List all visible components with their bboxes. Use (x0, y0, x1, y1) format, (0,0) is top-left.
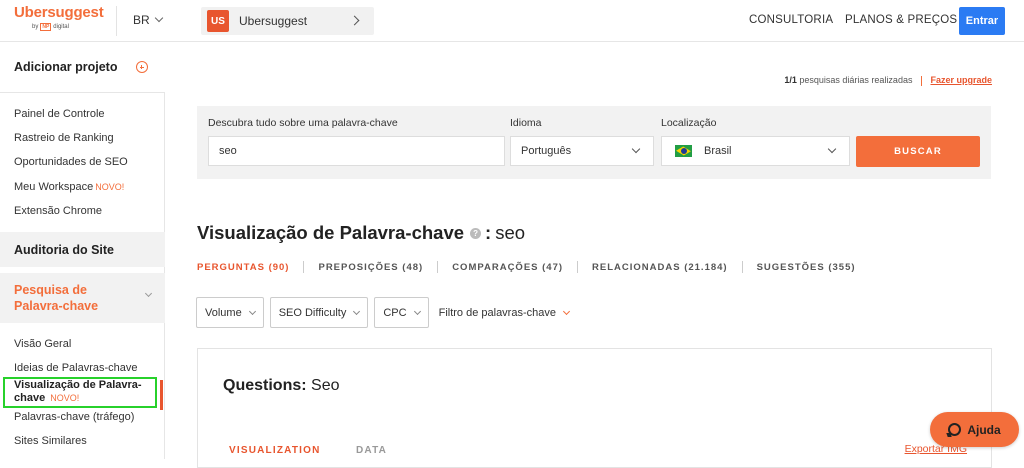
quota-divider (920, 75, 922, 86)
tab-data[interactable]: DATA (356, 445, 387, 456)
project-avatar: US (207, 10, 229, 32)
page-title: Visualização de Palavra-chave ? : seo (197, 222, 525, 244)
tab-divider (577, 261, 579, 273)
volume-filter-label: Volume (205, 306, 242, 319)
tab-divider (303, 261, 305, 273)
logo-digital: digital (53, 24, 69, 30)
chevron-down-icon (353, 307, 361, 315)
keyword-label: Descubra tudo sobre uma palavra-chave (208, 117, 398, 129)
tab-preposicoes[interactable]: PREPOSIÇÕES (48) (318, 262, 423, 273)
sidebar-item-sites-similares[interactable]: Sites Similares (14, 435, 87, 447)
quota-info: 1/1 pesquisas diárias realizadas Fazer u… (784, 75, 992, 86)
cpc-filter[interactable]: CPC (374, 297, 429, 328)
nav-planos-precos[interactable]: PLANOS & PREÇOS (845, 14, 957, 26)
logo-byline: by NP digital (32, 23, 104, 31)
sidebar-item-trafego[interactable]: Palavras-chave (tráfego) (14, 411, 134, 423)
tab-divider (437, 261, 439, 273)
keyword-filter-label: Filtro de palavras-chave (438, 306, 556, 319)
active-indicator (160, 380, 163, 410)
main-content: 1/1 pesquisas diárias realizadas Fazer u… (166, 42, 1024, 468)
help-button[interactable]: Ajuda (930, 412, 1019, 447)
pesquisa-label: Pesquisa de Palavra-chave (14, 283, 99, 313)
title-colon: : (485, 222, 492, 243)
chevron-down-icon (631, 144, 641, 154)
sidebar-section-pesquisa[interactable]: Pesquisa de Palavra-chave (0, 273, 165, 323)
nav-consultoria[interactable]: CONSULTORIA (749, 14, 833, 26)
location-value: Brasil (704, 145, 732, 157)
card-title-bold: Questions: (223, 377, 307, 394)
keyword-tabs: PERGUNTAS (90) PREPOSIÇÕES (48) COMPARAÇ… (197, 261, 856, 273)
seo-difficulty-filter[interactable]: SEO Difficulty (269, 297, 369, 328)
tab-perguntas[interactable]: PERGUNTAS (90) (197, 262, 289, 273)
sidebar-divider (0, 92, 165, 93)
quota-count: 1/1 (784, 75, 797, 85)
chevron-down-icon (827, 144, 837, 154)
card-title: Questions: Seo (223, 377, 339, 395)
sidebar-item-rastreio[interactable]: Rastreio de Ranking (14, 132, 114, 144)
brazil-flag-icon (675, 145, 692, 157)
tab-relacionadas[interactable]: RELACIONADAS (21.184) (592, 262, 728, 273)
chevron-down-icon (154, 13, 163, 23)
visualization-card: Questions: Seo VISUALIZATION DATA Export… (197, 348, 992, 468)
seo-difficulty-label: SEO Difficulty (278, 306, 347, 319)
language-select[interactable]: Português (510, 136, 654, 166)
sidebar-section-auditoria[interactable]: Auditoria do Site (0, 232, 165, 267)
ubersuggest-logo[interactable]: Ubersuggest by NP digital (14, 4, 104, 31)
top-bar: Ubersuggest by NP digital BR US Ubersugg… (0, 0, 1024, 42)
chat-bubble-icon (948, 423, 962, 436)
info-icon[interactable]: ? (470, 227, 482, 239)
logo-text: Ubersuggest (14, 4, 104, 21)
novo-badge: NOVO! (95, 182, 125, 192)
cpc-filter-label: CPC (383, 306, 407, 319)
logo-by: by (32, 24, 39, 30)
page-title-text: Visualização de Palavra-chave (197, 222, 465, 243)
quota-text: pesquisas diárias realizadas (799, 75, 913, 85)
sidebar-item-workspace-label: Meu Workspace (14, 181, 94, 193)
tab-divider (741, 261, 743, 273)
add-project-row[interactable]: Adicionar projeto (0, 42, 165, 92)
sidebar-item-painel[interactable]: Painel de Controle (14, 108, 105, 120)
card-title-keyword: Seo (311, 377, 340, 394)
keyword-input[interactable]: seo (208, 136, 505, 166)
project-selector[interactable]: US Ubersuggest (201, 7, 374, 35)
chevron-right-icon (349, 15, 360, 26)
login-button[interactable]: Entrar (959, 7, 1005, 35)
add-circle-icon[interactable] (136, 61, 148, 73)
chevron-down-icon (144, 289, 153, 298)
language-selector[interactable]: BR (133, 13, 163, 27)
sidebar-item-workspace[interactable]: Meu Workspace NOVO! (14, 181, 124, 193)
auditoria-label: Auditoria do Site (14, 242, 114, 257)
header-divider (116, 6, 117, 36)
sidebar-item-oportunidades[interactable]: Oportunidades de SEO (14, 156, 128, 168)
keyword-filter-link[interactable]: Filtro de palavras-chave (438, 306, 571, 319)
tab-sugestoes[interactable]: SUGESTÕES (355) (757, 262, 856, 273)
language-value: Português (521, 145, 572, 157)
chevron-down-icon (562, 307, 571, 315)
project-name: Ubersuggest (239, 14, 308, 28)
search-panel: Descubra tudo sobre uma palavra-chave se… (197, 106, 991, 179)
localizacao-label: Localização (661, 117, 717, 129)
filters-bar: Volume SEO Difficulty CPC Filtro de pala… (196, 297, 571, 328)
np-badge: NP (40, 23, 52, 31)
tab-visualization[interactable]: VISUALIZATION (229, 445, 321, 456)
add-project-label: Adicionar projeto (14, 60, 118, 74)
language-code: BR (133, 13, 150, 27)
volume-filter[interactable]: Volume (196, 297, 264, 328)
tab-comparacoes[interactable]: COMPARAÇÕES (47) (452, 262, 563, 273)
upgrade-link[interactable]: Fazer upgrade (930, 75, 992, 85)
selection-highlight (3, 377, 157, 408)
search-button[interactable]: BUSCAR (856, 136, 980, 167)
chevron-down-icon (248, 307, 256, 315)
sidebar-item-visao-geral[interactable]: Visão Geral (14, 338, 71, 350)
location-select[interactable]: Brasil (661, 136, 850, 166)
help-label: Ajuda (967, 422, 1001, 437)
sidebar-item-ideias[interactable]: Ideias de Palavras-chave (14, 362, 138, 374)
page-title-keyword: seo (495, 222, 526, 243)
chevron-down-icon (413, 307, 421, 315)
idioma-label: Idioma (510, 117, 542, 129)
sidebar-item-extensao[interactable]: Extensão Chrome (14, 205, 102, 217)
